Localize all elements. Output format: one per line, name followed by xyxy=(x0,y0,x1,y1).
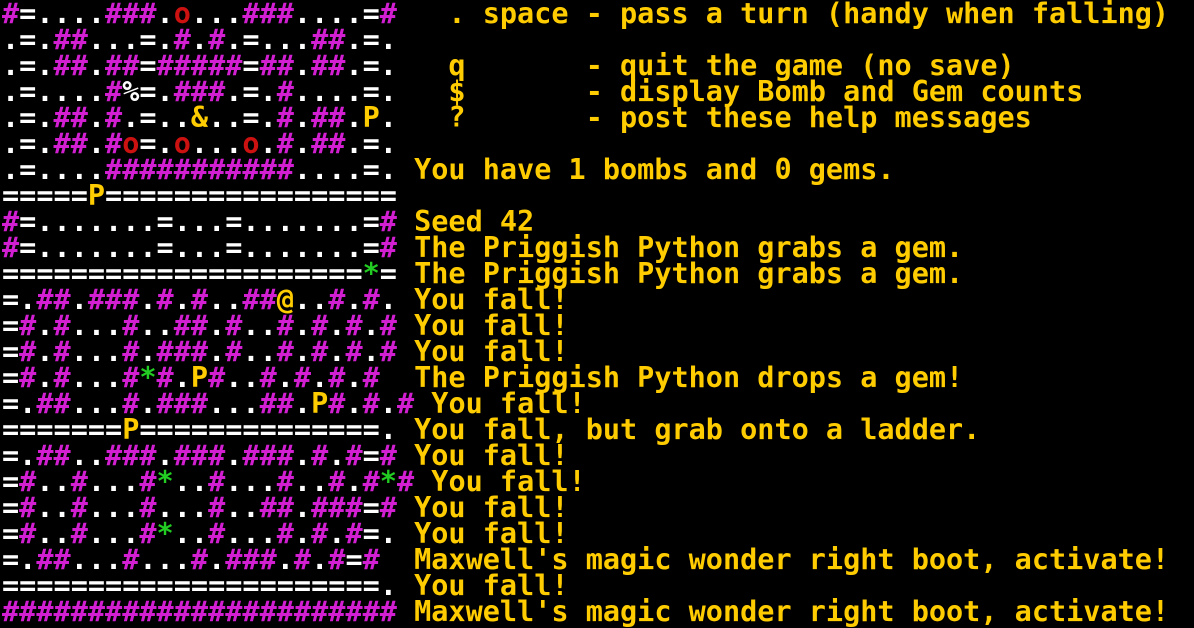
terminal-window[interactable]: #=....###.o...###....=# . space - pass a… xyxy=(0,0,1194,628)
map-cell: # xyxy=(225,595,243,628)
log-line: ? - post these help messages xyxy=(396,101,1032,134)
map-cell: # xyxy=(345,595,363,628)
log-line: Maxwell's magic wonder right boot, activ… xyxy=(396,595,1170,628)
map-cell: # xyxy=(122,595,140,628)
map-cell: # xyxy=(173,595,191,628)
map-cell: # xyxy=(259,595,277,628)
map-cell: # xyxy=(139,595,157,628)
map-cell: # xyxy=(276,595,294,628)
map-cell: # xyxy=(328,595,346,628)
map-cell: # xyxy=(293,595,312,628)
map-cell: # xyxy=(362,595,380,628)
map-cell: # xyxy=(105,595,123,628)
map-cell: # xyxy=(242,595,260,628)
map-cell: # xyxy=(156,595,174,628)
log-line: You have 1 bombs and 0 gems. xyxy=(396,153,895,186)
log-line: . space - pass a turn (handy when fallin… xyxy=(396,0,1170,30)
map-cell: # xyxy=(36,595,54,628)
map-cell: # xyxy=(190,595,209,628)
map-cell: # xyxy=(70,595,88,628)
map-cell: # xyxy=(379,595,397,628)
map-cell: # xyxy=(53,595,71,628)
map-cell: # xyxy=(311,595,329,628)
terminal-row: ####################### Maxwell's magic … xyxy=(2,597,1169,626)
map-cell: # xyxy=(2,595,20,628)
map-cell: # xyxy=(87,595,106,628)
map-cell: # xyxy=(208,595,226,628)
map-cell: # xyxy=(19,595,37,628)
